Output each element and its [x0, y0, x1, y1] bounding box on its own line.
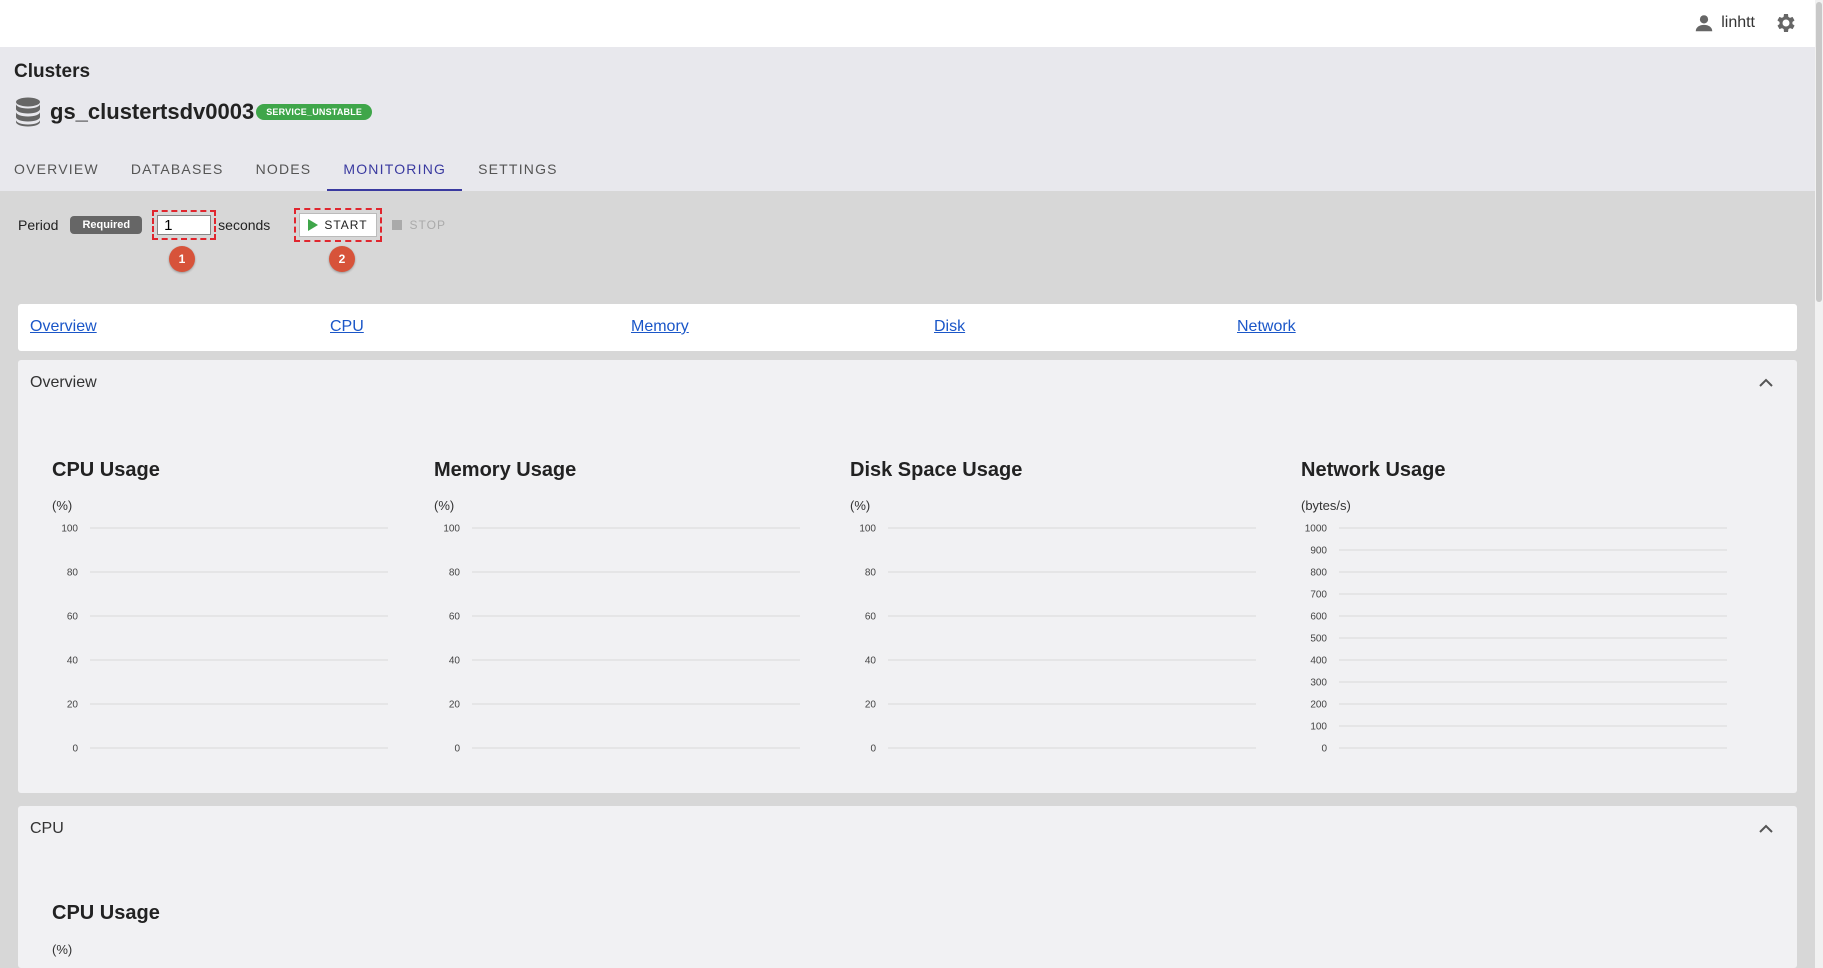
chevron-up-icon[interactable] [1759, 824, 1773, 834]
y-tick-label: 0 [454, 744, 460, 755]
y-tick-label: 40 [67, 656, 79, 667]
y-tick-label: 400 [1310, 656, 1327, 667]
tab-overview[interactable]: OVERVIEW [0, 147, 115, 191]
period-label: Period [18, 217, 59, 233]
section-nav: Overview CPU Memory Disk Network [18, 304, 1797, 351]
y-tick-label: 500 [1310, 634, 1327, 645]
top-bar: linhtt [0, 0, 1815, 47]
breadcrumb[interactable]: Clusters [14, 61, 90, 83]
scrollbar-thumb[interactable] [1816, 2, 1822, 302]
y-tick-label: 1000 [1305, 524, 1328, 535]
start-highlight: START [294, 208, 382, 242]
y-tick-label: 800 [1310, 568, 1327, 579]
required-badge: Required [70, 216, 143, 234]
database-icon [16, 97, 40, 127]
chart-network-usage: 0 100 200 300 400 500 600 700 800 900 1000 [1305, 524, 1727, 755]
y-tick-label: 100 [443, 524, 460, 535]
start-button[interactable]: START [299, 213, 377, 237]
y-tick-label: 100 [61, 524, 78, 535]
link-overview[interactable]: Overview [30, 318, 97, 336]
y-tick-label: 100 [859, 524, 876, 535]
link-memory[interactable]: Memory [631, 318, 689, 336]
y-tick-label: 80 [67, 568, 79, 579]
cluster-name: gs_clustertsdv0003 [50, 99, 255, 124]
chart-unit-disk: (%) [850, 498, 871, 513]
stop-label: STOP [409, 218, 447, 232]
seconds-label: seconds [218, 217, 271, 233]
link-cpu[interactable]: CPU [330, 318, 364, 336]
username[interactable]: linhtt [1721, 14, 1755, 32]
cpu-panel: CPU CPU Usage (%) [18, 806, 1797, 968]
y-tick-label: 300 [1310, 678, 1327, 689]
tab-bar: OVERVIEW DATABASES NODES MONITORING SETT… [0, 147, 574, 191]
chevron-up-icon[interactable] [1759, 378, 1773, 388]
step-marker-2: 2 [329, 246, 355, 272]
chart-disk-usage: 0 20 40 60 80 100 [859, 524, 1256, 755]
start-label: START [324, 218, 368, 232]
tab-nodes[interactable]: NODES [240, 147, 328, 191]
y-tick-label: 80 [449, 568, 461, 579]
y-tick-label: 900 [1310, 546, 1327, 557]
y-tick-label: 20 [865, 700, 877, 711]
chart-unit-network: (bytes/s) [1301, 498, 1351, 513]
y-tick-label: 700 [1310, 590, 1327, 601]
tab-settings[interactable]: SETTINGS [462, 147, 574, 191]
gear-icon[interactable] [1773, 11, 1797, 35]
y-tick-label: 60 [449, 612, 461, 623]
y-tick-label: 100 [1310, 722, 1327, 733]
overview-panel: Overview CPU Usage (%) 0 20 40 60 80 100 Memo… [18, 360, 1797, 793]
chart-cpu-usage: 0 20 40 60 80 100 [61, 524, 388, 755]
y-tick-label: 200 [1310, 700, 1327, 711]
y-tick-label: 80 [865, 568, 877, 579]
user-icon[interactable] [1693, 12, 1715, 34]
y-tick-label: 20 [449, 700, 461, 711]
tab-databases[interactable]: DATABASES [115, 147, 240, 191]
chart-title-cpu: CPU Usage [52, 459, 160, 481]
chart-unit-cpu: (%) [52, 498, 73, 513]
y-tick-label: 0 [72, 744, 78, 755]
status-badge: SERVICE_UNSTABLE [256, 104, 373, 120]
page-header: Clusters gs_clustertsdv0003 SERVICE_UNST… [0, 47, 1815, 191]
link-network[interactable]: Network [1237, 318, 1296, 336]
link-disk[interactable]: Disk [934, 318, 965, 336]
overview-panel-title[interactable]: Overview [30, 374, 97, 392]
period-highlight [152, 210, 217, 240]
period-input[interactable] [157, 215, 212, 235]
chart-title-memory: Memory Usage [434, 459, 577, 481]
monitoring-controls: Period Required seconds START STOP [18, 208, 446, 242]
play-icon [308, 219, 319, 231]
scrollbar[interactable] [1815, 0, 1823, 968]
y-tick-label: 60 [865, 612, 877, 623]
cpu-panel-title[interactable]: CPU [30, 820, 64, 838]
y-tick-label: 40 [449, 656, 461, 667]
y-tick-label: 0 [870, 744, 876, 755]
tab-monitoring[interactable]: MONITORING [327, 147, 462, 191]
chart-unit-cpu-detail: (%) [52, 942, 73, 957]
stop-button[interactable]: STOP [391, 218, 447, 232]
y-tick-label: 60 [67, 612, 79, 623]
stop-icon [391, 220, 402, 230]
chart-memory-usage: 0 20 40 60 80 100 [443, 524, 800, 755]
y-tick-label: 600 [1310, 612, 1327, 623]
user-area: linhtt [1693, 10, 1797, 36]
chart-title-network: Network Usage [1301, 459, 1446, 481]
y-tick-label: 40 [865, 656, 877, 667]
chart-unit-memory: (%) [434, 498, 455, 513]
step-marker-1: 1 [169, 246, 195, 272]
cluster-title-row: gs_clustertsdv0003 SERVICE_UNSTABLE [14, 97, 373, 127]
y-tick-label: 0 [1321, 744, 1327, 755]
y-tick-label: 20 [67, 700, 79, 711]
chart-title-cpu-detail: CPU Usage [52, 902, 160, 924]
chart-title-disk: Disk Space Usage [850, 459, 1023, 481]
